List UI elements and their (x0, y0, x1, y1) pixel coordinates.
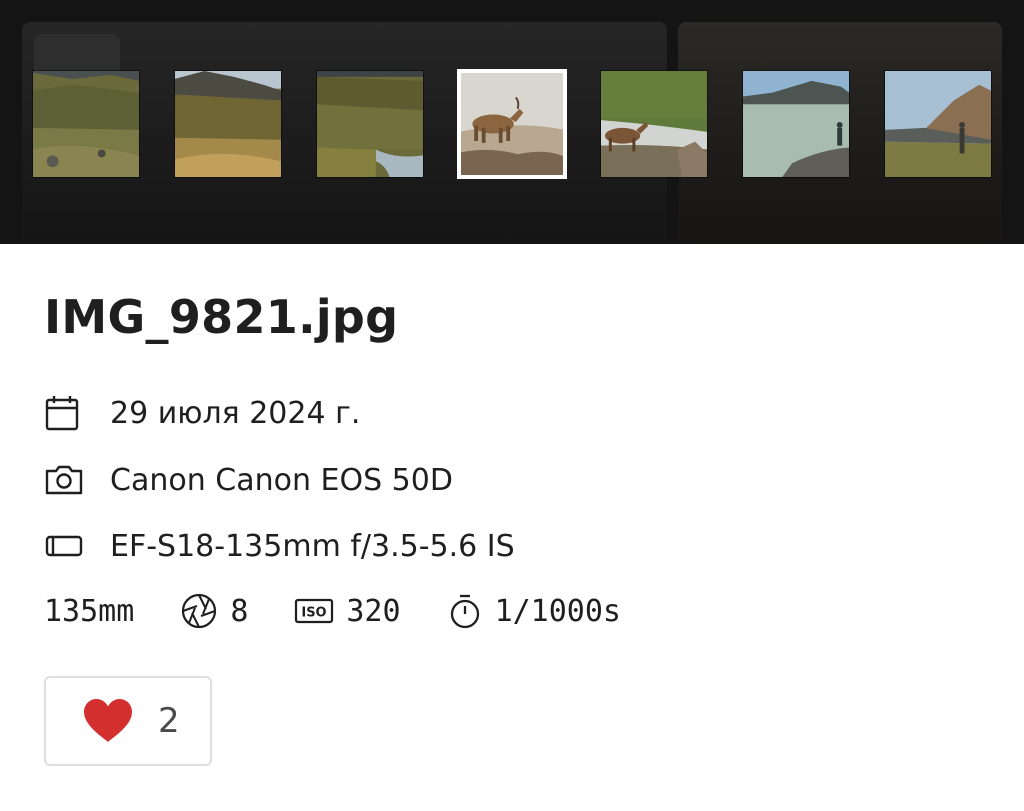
ibex-image (461, 73, 563, 175)
shutter-value: 1/1000s (494, 593, 621, 629)
photo-filename: IMG_9821.jpg (44, 290, 399, 344)
camera-model: Canon Canon EOS 50D (110, 462, 453, 498)
iso-value: 320 (346, 593, 401, 629)
aperture-value: 8 (230, 593, 249, 629)
iso-icon: ISO (294, 597, 334, 625)
exif-row: 135mm 8 ISO 320 1/1000s (44, 590, 621, 632)
like-button[interactable]: 2 (44, 676, 212, 766)
camera-row: Canon Canon EOS 50D (44, 460, 453, 500)
thumbnail-5[interactable] (600, 70, 708, 178)
like-count: 2 (158, 701, 180, 741)
svg-text:ISO: ISO (302, 606, 327, 621)
landscape-image (175, 71, 281, 177)
shutter-speed: 1/1000s (447, 592, 621, 630)
lake-image (743, 71, 849, 177)
landscape-image (33, 71, 139, 177)
aperture: 8 (180, 592, 248, 630)
landscape-image (317, 71, 423, 177)
focal-length-value: 135mm (44, 593, 135, 629)
person-valley-image (885, 71, 991, 177)
photo-date: 29 июля 2024 г. (110, 395, 361, 431)
calendar-icon (44, 393, 86, 433)
thumbnail-1[interactable] (32, 70, 140, 178)
date-row: 29 июля 2024 г. (44, 393, 360, 433)
aperture-icon (180, 592, 218, 630)
thumbnail-4-selected[interactable] (457, 69, 567, 179)
lens-icon (44, 526, 86, 566)
filmstrip (0, 0, 1024, 244)
camera-icon (44, 460, 86, 500)
thumbnail-6[interactable] (742, 70, 850, 178)
thumbnail-7[interactable] (884, 70, 992, 178)
focal-length: 135mm (44, 594, 134, 629)
lens-model: EF-S18-135mm f/3.5-5.6 IS (110, 528, 515, 564)
iso: ISO 320 (294, 593, 401, 629)
lens-row: EF-S18-135mm f/3.5-5.6 IS (44, 526, 515, 566)
heart-icon (82, 698, 134, 744)
ibex-stream-image (601, 71, 707, 177)
thumbnail-3[interactable] (316, 70, 424, 178)
thumbnail-2[interactable] (174, 70, 282, 178)
timer-icon (447, 592, 483, 630)
